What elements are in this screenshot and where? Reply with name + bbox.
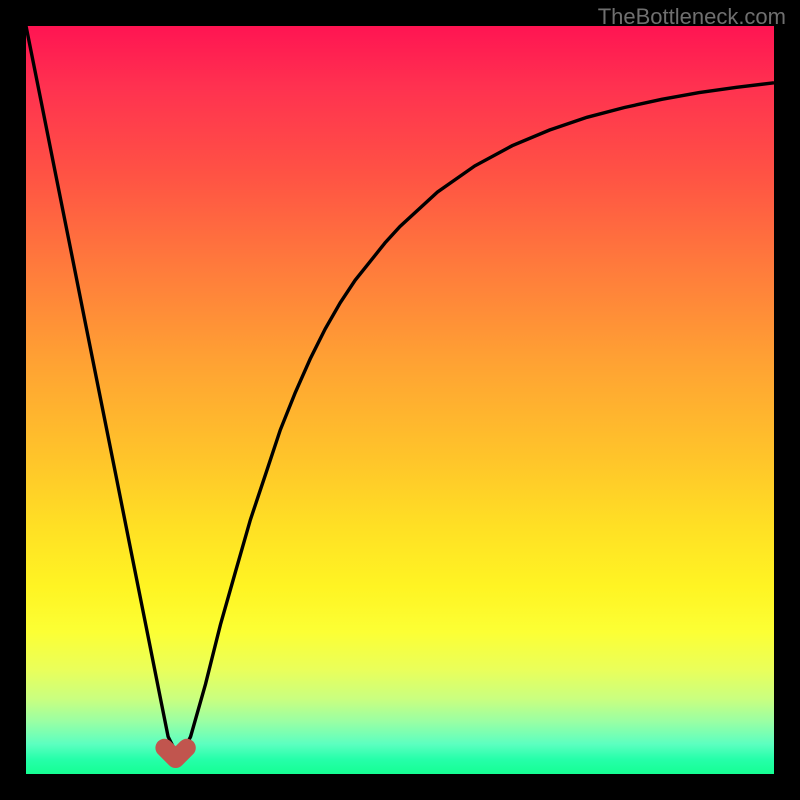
ascending-curve <box>176 83 774 752</box>
highlight-marker <box>164 748 186 759</box>
chart-curves-svg <box>26 26 774 774</box>
chart-frame: TheBottleneck.com <box>0 0 800 800</box>
watermark-text: TheBottleneck.com <box>598 4 786 30</box>
descending-line <box>26 26 183 752</box>
